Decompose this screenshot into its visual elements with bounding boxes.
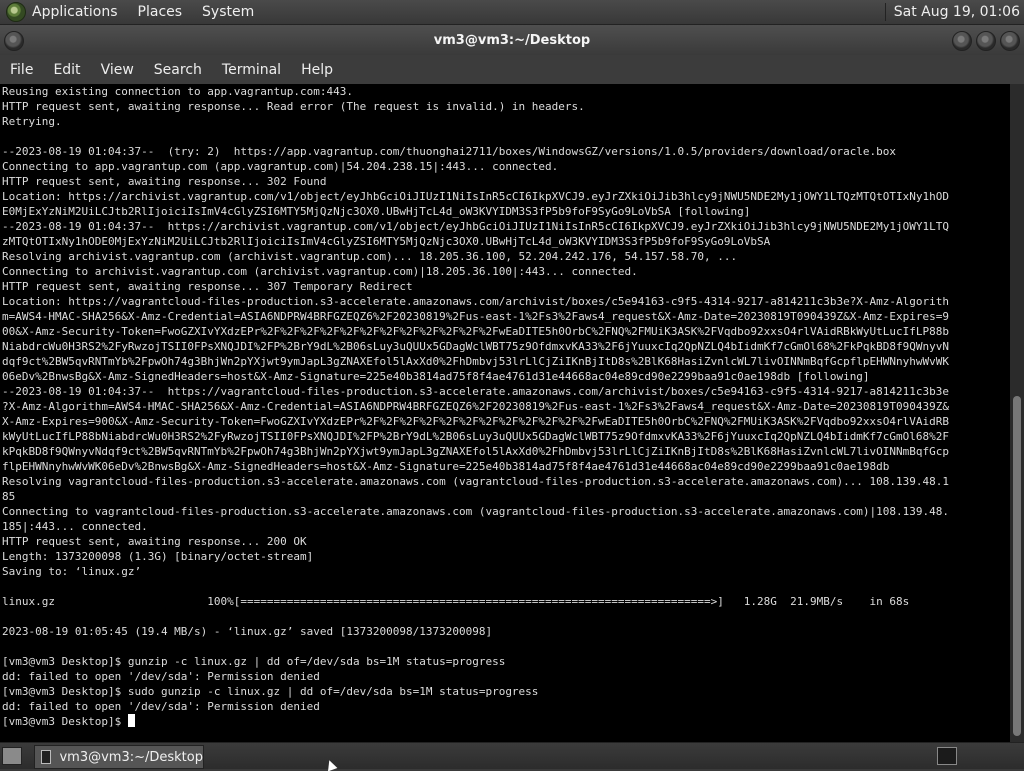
terminal-line: Location: https://archivist.vagrantup.co… [2,190,950,203]
menu-search[interactable]: Search [154,62,202,78]
bottom-panel: vm3@vm3:~/Desktop [0,742,1024,769]
terminal-line: --2023-08-19 01:04:37-- https://archivis… [2,220,950,233]
terminal-icon [41,750,52,764]
terminal-line: E0MjExYzNiM2UiLCJtb2RlIjoiciIsImV4cGlyZS… [2,205,751,218]
terminal-line: HTTP request sent, awaiting response... … [2,280,413,293]
menu-edit[interactable]: Edit [53,62,80,78]
terminal-line: Reusing existing connection to app.vagra… [2,85,353,98]
minimize-icon[interactable] [952,31,972,51]
terminal-line: HTTP request sent, awaiting response... … [2,100,585,113]
terminal-line: [vm3@vm3 Desktop]$ sudo gunzip -c linux.… [2,685,539,698]
distro-logo-icon[interactable] [6,2,26,22]
terminal-line: flpEHWNnyhwWvWK06eDv%2BnwsBg&X-Amz-Signe… [2,460,890,473]
menu-applications[interactable]: Applications [32,4,118,20]
terminal-line: Length: 1373200098 (1.3G) [binary/octet-… [2,550,314,563]
terminal-line: kWyUtLucIfLP88bNiabdrcWu0H3RS2%2FyRwzojT… [2,430,950,443]
terminal-line: [vm3@vm3 Desktop]$ [2,714,949,729]
terminal-line: zMTQtOTIxNy1hODE0MjExYzNiM2UiLCJtb2RlIjo… [2,235,771,248]
close-icon[interactable] [1000,31,1020,51]
terminal-scrollbar[interactable] [1010,84,1024,742]
terminal-line: dd: failed to open '/dev/sda': Permissio… [2,700,320,713]
terminal-line: Resolving archivist.vagrantup.com (archi… [2,250,738,263]
terminal-line: Connecting to vagrantcloud-files-product… [2,505,950,518]
terminal-line: 85 [2,490,16,503]
terminal-line: NiabdrcWu0H3RS2%2FyRwzojTSII0FPsXNQJDI%2… [2,340,950,353]
terminal-line: 2023-08-19 01:05:45 (19.4 MB/s) - ‘linux… [2,625,493,638]
top-panel: Applications Places System Sat Aug 19, 0… [0,0,1024,25]
terminal-line: HTTP request sent, awaiting response... … [2,175,327,188]
terminal-line: Resolving vagrantcloud-files-production.… [2,475,950,488]
taskbar-terminal-label: vm3@vm3:~/Desktop [59,749,203,765]
terminal-line: [vm3@vm3 Desktop]$ gunzip -c linux.gz | … [2,655,506,668]
desktop-screen: Applications Places System Sat Aug 19, 0… [0,0,1024,771]
menu-file[interactable]: File [10,62,33,78]
window-menu-icon[interactable] [4,31,24,51]
maximize-icon[interactable] [976,31,996,51]
terminal-line: 185|:443... connected. [2,520,148,533]
menu-terminal[interactable]: Terminal [222,62,281,78]
terminal-line: Location: https://vagrantcloud-files-pro… [2,295,950,308]
terminal-line: Connecting to app.vagrantup.com (app.vag… [2,160,559,173]
terminal-output[interactable]: Reusing existing connection to app.vagra… [0,84,1010,742]
workspace-switcher-icon[interactable] [937,747,957,765]
scrollbar-thumb[interactable] [1013,396,1021,736]
terminal-line: Saving to: ‘linux.gz’ [2,565,142,578]
terminal-menubar: File Edit View Search Terminal Help [0,55,1024,84]
window-title: vm3@vm3:~/Desktop [433,32,591,48]
menu-system[interactable]: System [202,4,254,20]
terminal-cursor [127,714,135,727]
terminal-line: ?X-Amz-Algorithm=AWS4-HMAC-SHA256&X-Amz-… [2,400,950,413]
terminal-line: HTTP request sent, awaiting response... … [2,535,307,548]
terminal-line: kPqkBD8f9QWnyvNdqf9ct%2BW5qvRNTmYb%2FpwO… [2,445,950,458]
terminal-line: Connecting to archivist.vagrantup.com (a… [2,265,638,278]
menu-places[interactable]: Places [138,4,183,20]
terminal-line: linux.gz 100%[==========================… [2,595,910,608]
menu-help[interactable]: Help [301,62,333,78]
terminal-line: X-Amz-Expires=900&X-Amz-Security-Token=F… [2,415,950,428]
window-titlebar[interactable]: vm3@vm3:~/Desktop [0,25,1024,55]
terminal-line: dd: failed to open '/dev/sda': Permissio… [2,670,320,683]
clock[interactable]: Sat Aug 19, 01:06 [884,3,1020,21]
taskbar-terminal-button[interactable]: vm3@vm3:~/Desktop [34,745,204,769]
terminal-line: 06eDv%2BnwsBg&X-Amz-SignedHeaders=host&X… [2,370,870,383]
terminal-line: dqf9ct%2BW5qvRNTmYb%2FpwOh74g3BhjWn2pYXj… [2,355,950,368]
terminal-line: --2023-08-19 01:04:37-- (try: 2) https:/… [2,145,897,158]
terminal-line: m=AWS4-HMAC-SHA256&X-Amz-Credential=ASIA… [2,310,950,323]
menu-view[interactable]: View [101,62,134,78]
terminal-line: --2023-08-19 01:04:37-- https://vagrantc… [2,385,950,398]
terminal-line: 00&X-Amz-Security-Token=FwoGZXIvYXdzEPr%… [2,325,950,338]
show-desktop-icon[interactable] [2,747,22,765]
terminal-lines: Reusing existing connection to app.vagra… [2,84,949,729]
terminal-line: Retrying. [2,115,62,128]
